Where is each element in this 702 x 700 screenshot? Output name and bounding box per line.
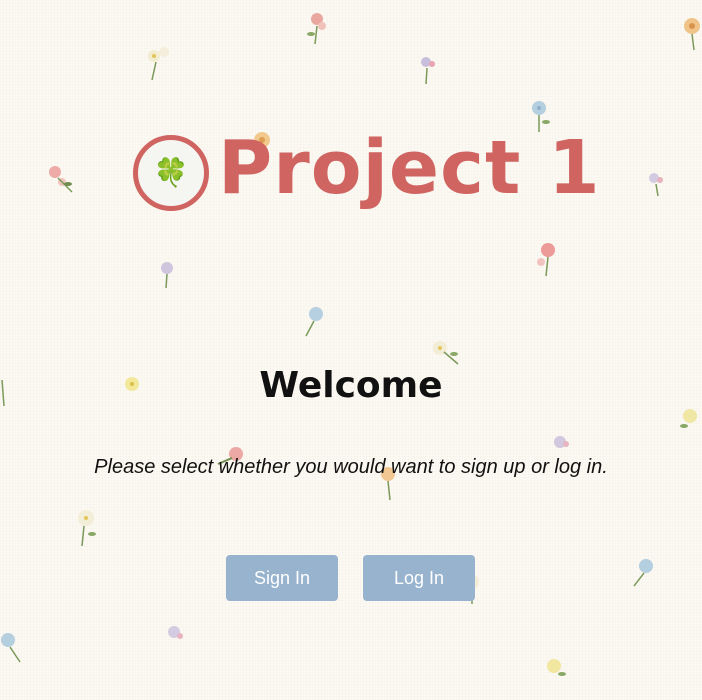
flower-decoration-icon: [421, 57, 435, 85]
flower-decoration-icon: [649, 173, 663, 197]
flower-decoration-icon: [307, 13, 326, 45]
flower-decoration-icon: [547, 659, 566, 676]
flower-decoration-icon: [305, 307, 323, 337]
flower-decoration-icon: [633, 559, 653, 587]
flower-decoration-icon: [168, 626, 183, 639]
instructions-text: Please select whether you would want to …: [94, 456, 608, 478]
flower-decoration-icon: [49, 166, 73, 193]
flower-decoration-icon: [537, 243, 555, 277]
app-title: Project 1: [218, 125, 601, 211]
four-leaf-clover-icon: 🍀: [153, 156, 189, 189]
page-background: 🍀 Project 1 Welcome Please select whethe…: [0, 0, 702, 700]
flower-decoration-icon: [161, 262, 173, 289]
flower-decoration-icon: [680, 409, 697, 428]
flower-decoration-icon: [148, 47, 169, 81]
flower-decoration-icon: [684, 18, 700, 51]
logo-badge: 🍀: [133, 135, 209, 211]
welcome-heading: Welcome: [259, 365, 443, 406]
flower-decoration-icon: [78, 510, 96, 546]
flower-decoration-icon: [1, 633, 21, 663]
sign-in-button[interactable]: Sign In: [226, 555, 338, 601]
log-in-button[interactable]: Log In: [363, 555, 475, 601]
